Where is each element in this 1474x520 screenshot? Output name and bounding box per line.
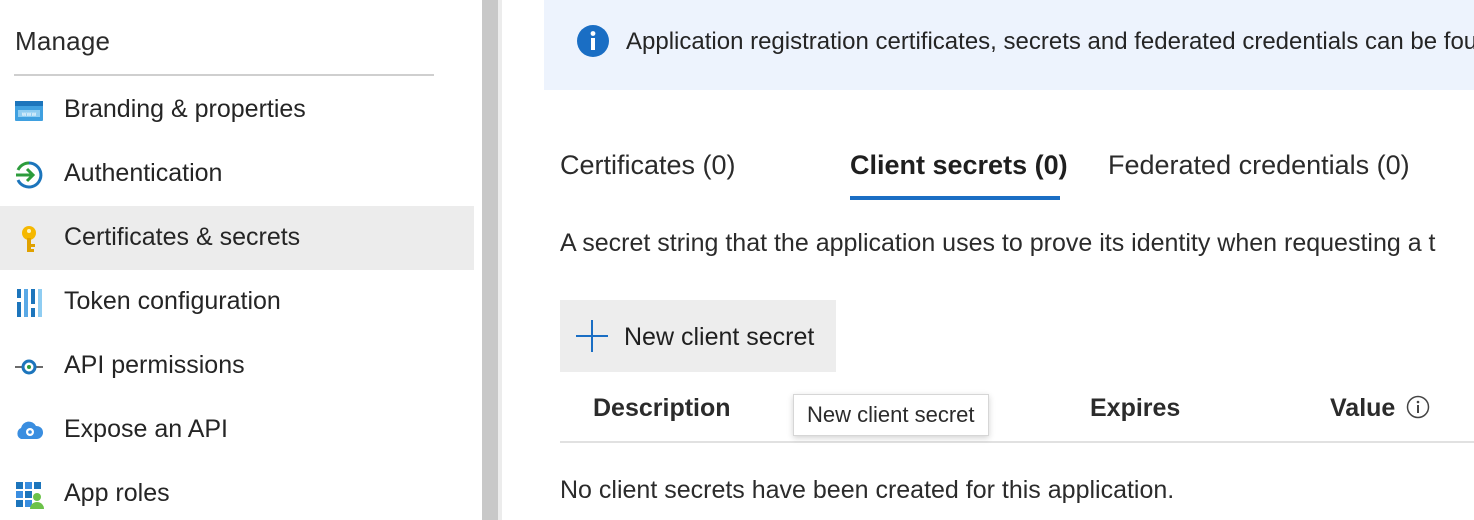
token-bars-icon [14,288,44,318]
sidebar-item-authentication[interactable]: Authentication [0,142,474,206]
app-roles-grid-icon [14,480,44,510]
column-header-value[interactable]: Value [1330,394,1395,423]
plus-icon [574,318,610,354]
api-permissions-icon [14,352,44,382]
sidebar-item-label: Certificates & secrets [64,223,301,251]
manage-section-title: Manage [15,26,111,56]
sidebar-item-label: App roles [64,479,170,507]
sidebar: Manage www Branding & properties Authent… [0,0,474,520]
sidebar-item-label: Token configuration [64,287,281,315]
info-banner-text: Application registration certificates, s… [626,28,1474,55]
key-icon [14,224,44,254]
main-content: Application registration certificates, s… [502,0,1474,520]
cloud-gear-icon [14,416,44,446]
sidebar-item-label: Expose an API [64,415,229,443]
new-client-secret-button[interactable]: New client secret [560,300,836,372]
sidebar-item-app-roles[interactable]: App roles [0,462,474,520]
sidebar-item-api-permissions[interactable]: API permissions [0,334,474,398]
sidebar-item-token-configuration[interactable]: Token configuration [0,270,474,334]
sidebar-item-label: API permissions [64,351,245,379]
sidebar-item-certificates-secrets[interactable]: Certificates & secrets [0,206,474,270]
info-circle-icon[interactable] [1406,395,1430,419]
secrets-tabs: Certificates (0) Client secrets (0) Fede… [560,150,1474,202]
sidebar-item-label: Authentication [64,159,223,187]
empty-table-message: No client secrets have been created for … [560,476,1175,504]
sidebar-item-branding[interactable]: www Branding & properties [0,78,474,142]
authentication-icon [14,160,44,190]
column-header-expires[interactable]: Expires [1090,394,1180,423]
pane-splitter[interactable] [482,0,498,520]
section-divider [14,74,434,76]
new-client-secret-tooltip: New client secret [793,394,989,436]
app-registration-page: Manage www Branding & properties Authent… [0,0,1474,520]
sidebar-item-label: Branding & properties [64,95,306,123]
tab-certificates[interactable]: Certificates (0) [560,150,736,181]
table-divider [560,441,1474,443]
secrets-table-header: Description Expires Value [560,390,1474,442]
svg-text:www: www [22,111,37,118]
client-secrets-description: A secret string that the application use… [560,229,1436,257]
info-banner: Application registration certificates, s… [544,0,1474,90]
new-client-secret-label: New client secret [624,323,815,351]
tab-federated-credentials[interactable]: Federated credentials (0) [1108,150,1410,181]
info-icon [576,24,610,58]
column-header-description[interactable]: Description [593,394,731,423]
selected-tab-indicator [850,196,1060,200]
sidebar-item-expose-api[interactable]: Expose an API [0,398,474,462]
branding-icon: www [14,96,44,126]
sidebar-nav-list: www Branding & properties Authentication [0,78,474,520]
tab-client-secrets[interactable]: Client secrets (0) [850,150,1068,181]
